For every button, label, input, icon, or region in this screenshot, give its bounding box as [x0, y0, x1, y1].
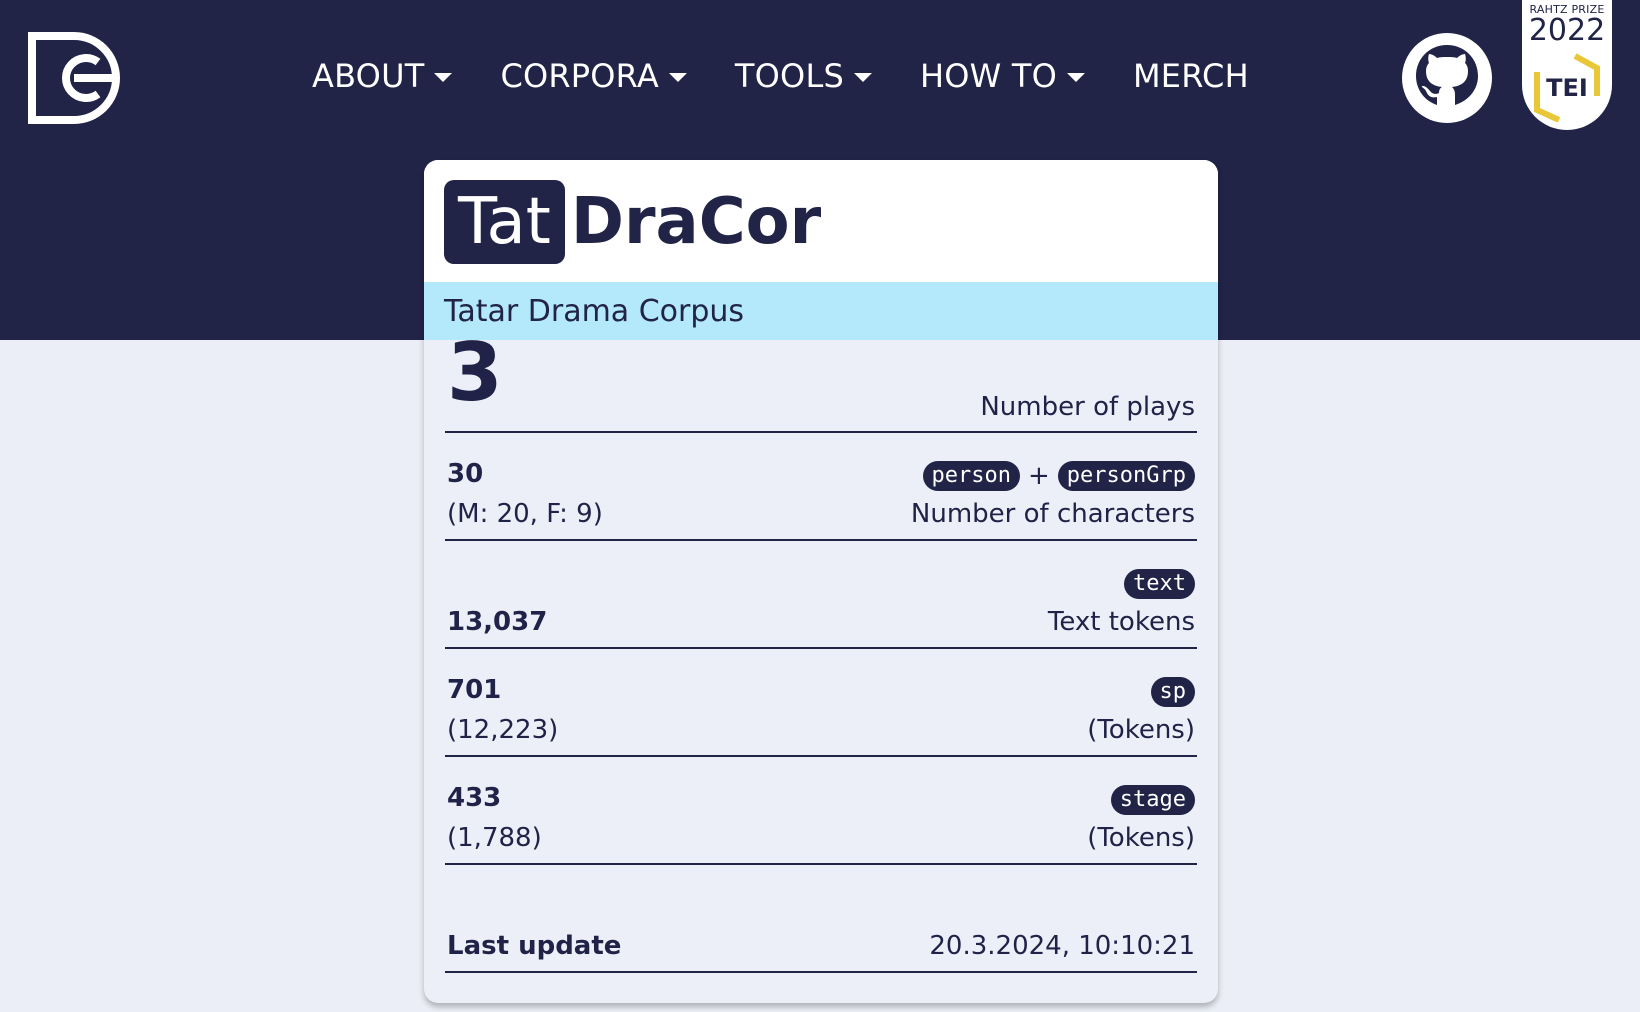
card-header: Tat DraCor	[424, 160, 1218, 282]
caret-down-icon	[434, 72, 453, 82]
text-tokens-count: 13,037	[447, 607, 548, 637]
characters-label: Number of characters	[910, 499, 1195, 529]
stat-text-tokens: 13,037 text Text tokens	[445, 541, 1197, 649]
stat-plays: 3 Number of plays	[445, 326, 1197, 433]
stage-count: 433	[447, 783, 502, 813]
plays-count: 3	[447, 326, 503, 419]
caret-down-icon	[853, 72, 872, 82]
nav-howto[interactable]: HOW TO	[920, 57, 1085, 95]
stage-detail: (1,788)	[447, 823, 542, 853]
tag-sp: sp	[1150, 677, 1195, 707]
stat-characters: 30 (M: 20, F: 9) person + personGrp Numb…	[445, 433, 1197, 541]
nav-tools-label: TOOLS	[734, 57, 844, 95]
text-tokens-label: Text tokens	[1047, 607, 1195, 637]
nav-howto-label: HOW TO	[919, 57, 1057, 95]
stat-last-update: Last update 20.3.2024, 10:10:21	[445, 865, 1197, 973]
sp-label: (Tokens)	[1087, 715, 1195, 745]
tei-logo-icon: TEI	[1534, 53, 1600, 122]
github-icon[interactable]	[1402, 33, 1492, 123]
stage-tags: stage	[1110, 785, 1195, 815]
tag-person: person	[922, 461, 1020, 491]
characters-detail: (M: 20, F: 9)	[447, 499, 603, 529]
characters-count: 30	[447, 459, 484, 489]
plus-sign: +	[1027, 461, 1050, 491]
corpus-brand: Tat DraCor	[444, 180, 821, 264]
nav-corpora-label: CORPORA	[500, 57, 659, 95]
stat-sp: 701 (12,223) sp (Tokens)	[445, 649, 1197, 757]
text-tokens-tags: text	[1124, 569, 1195, 599]
subtitle-bar: Tatar Drama Corpus	[424, 282, 1218, 340]
sp-count: 701	[447, 675, 502, 705]
plays-label: Number of plays	[980, 392, 1195, 422]
stage-label: (Tokens)	[1087, 823, 1195, 853]
characters-tags: person + personGrp	[922, 461, 1195, 491]
rahtz-prize-badge[interactable]: RAHTZ PRIZE 2022 TEI	[1522, 0, 1612, 130]
caret-down-icon	[1066, 72, 1085, 82]
nav-about[interactable]: ABOUT	[312, 57, 453, 95]
corpus-card: Tat DraCor Tatar Drama Corpus 3 Number o…	[424, 160, 1218, 1003]
stat-stage: 433 (1,788) stage (Tokens)	[445, 757, 1197, 865]
nav-merch-label: MERCH	[1132, 57, 1249, 95]
dracor-logo-icon[interactable]	[28, 32, 122, 124]
nav-about-label: ABOUT	[312, 57, 425, 95]
tag-stage: stage	[1110, 785, 1195, 815]
sp-tags: sp	[1150, 677, 1195, 707]
sp-detail: (12,223)	[447, 715, 559, 745]
brand-name: DraCor	[570, 185, 822, 259]
corpus-subtitle: Tatar Drama Corpus	[444, 294, 745, 329]
last-update-label: Last update	[447, 931, 622, 961]
last-update-value: 20.3.2024, 10:10:21	[929, 931, 1195, 961]
nav-corpora[interactable]: CORPORA	[500, 57, 687, 95]
nav-merch[interactable]: MERCH	[1133, 57, 1249, 95]
brand-prefix: Tat	[444, 180, 565, 264]
tag-persongrp: personGrp	[1057, 461, 1195, 491]
main-nav: ABOUT CORPORA TOOLS HOW TO MERCH	[312, 52, 1297, 100]
tag-text: text	[1124, 569, 1195, 599]
badge-year: 2022	[1528, 13, 1606, 48]
caret-down-icon	[668, 72, 687, 82]
nav-tools[interactable]: TOOLS	[735, 57, 872, 95]
svg-text:TEI: TEI	[1546, 74, 1588, 102]
